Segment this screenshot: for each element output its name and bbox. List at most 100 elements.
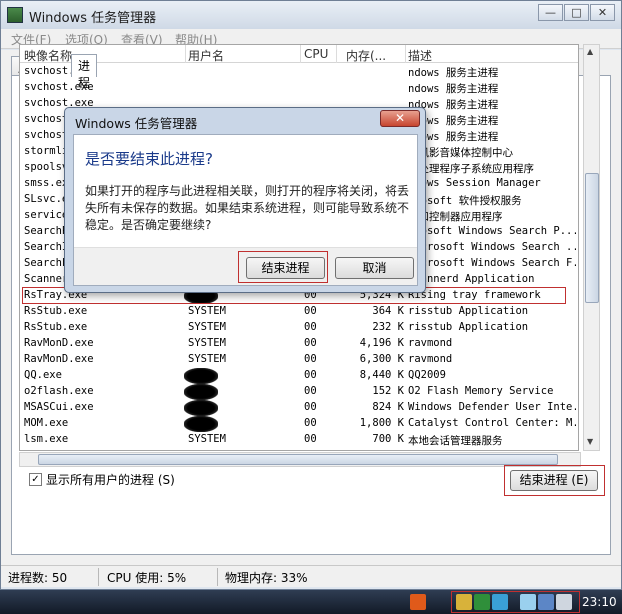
column-description[interactable]: 描述 [408,47,576,64]
table-row[interactable]: RavMonD.exe SYSTEM 00 6,300 K ravmond [20,352,578,368]
process-description: Catalyst Control Center: M... [408,417,576,429]
table-row[interactable]: RsStub.exe SYSTEM 00 364 K risstub Applicati… [20,304,578,320]
process-memory: 8,440 K [359,369,404,381]
status-memory-usage: 物理内存: 33% [225,571,308,585]
process-description: Windows Defender User Inte... [408,401,576,413]
table-row[interactable]: o2flash.exe 00 152 K O2 Flash Memory Servic… [20,384,578,400]
process-cpu: 00 [304,305,317,317]
end-process-highlight: 结束进程 (E) [504,465,605,496]
process-name: QQ.exe [24,369,62,381]
redacted-username [184,384,218,400]
column-header: 映像名称 用户名 CPU 内存(... 描述 [20,45,578,64]
redacted-username [184,368,218,384]
show-all-users-label: 显示所有用户的进程 (S) [46,473,175,487]
dialog-close-button[interactable]: ✕ [380,110,420,127]
process-user: SYSTEM [188,353,226,365]
process-description: crosoft Windows Search P... [408,225,576,237]
scroll-down-icon[interactable]: ▼ [587,437,593,446]
table-row[interactable]: svchost.exe ndows 服务主进程 [20,80,578,96]
process-description: ravmond [408,353,453,365]
process-name: RavMonD.exe [24,353,94,365]
redacted-username [184,400,218,416]
column-memory[interactable]: 内存(... [346,47,404,64]
process-description: ndows 服务主进程 [408,115,499,127]
minimize-button[interactable]: — [538,4,563,21]
process-cpu: 00 [304,433,317,445]
table-row[interactable]: MSASCui.exe 00 824 K Windows Defender User … [20,400,578,416]
process-description: 台处理程序子系统应用程序 [408,163,534,175]
process-description: risstub Application [408,321,529,333]
close-button[interactable]: ✕ [590,4,615,21]
table-row[interactable]: lsm.exe SYSTEM 00 700 K 本地会话管理器服务 [20,432,578,448]
maximize-button[interactable]: □ [564,4,589,21]
process-memory: 824 K [372,401,404,413]
table-row[interactable]: MOM.exe 00 1,800 K Catalyst Control Center:… [20,416,578,432]
process-description: ravmond [408,337,453,349]
vertical-scrollbar[interactable]: ▲ ▼ [583,44,600,451]
process-cpu: 00 [304,321,317,333]
confirm-highlight [238,251,328,283]
process-description: risstub Application [408,305,529,317]
horizontal-scroll-thumb[interactable] [38,454,558,465]
process-cpu: 00 [304,369,317,381]
process-memory: 4,196 K [359,337,404,349]
table-row[interactable]: RsStub.exe SYSTEM 00 232 K risstub Applicati… [20,320,578,336]
status-bar: 进程数: 50 CPU 使用: 5% 物理内存: 33% [1,565,621,587]
process-name: svchost.exe [24,81,94,93]
vertical-scroll-thumb[interactable] [585,173,599,303]
dialog-cancel-button[interactable]: 取消 [335,257,414,279]
show-all-users-checkbox[interactable]: ✓ [29,473,42,486]
task-manager-icon [7,7,23,23]
task-manager-window: Windows 任务管理器 — □ ✕ 文件(F) 选项(O) 查看(V) 帮助… [0,0,622,590]
sogou-icon[interactable] [410,594,426,610]
process-description: Microsoft Windows Search F... [408,257,576,269]
process-cpu: 00 [304,401,317,413]
column-user-name[interactable]: 用户名 [188,47,298,64]
process-name: MOM.exe [24,417,69,429]
process-user: SYSTEM [188,305,226,317]
redacted-username [184,416,218,432]
process-memory: 364 K [372,305,404,317]
taskbar-clock[interactable]: 23:10 [582,595,617,609]
process-description: ndows 服务主进程 [408,99,499,111]
process-description: ndows 服务主进程 [408,131,499,143]
process-description: O2 Flash Memory Service [408,385,554,397]
horizontal-scrollbar[interactable] [19,452,581,467]
column-image-name[interactable]: 映像名称 [24,47,184,64]
process-name: RavMonD.exe [24,337,94,349]
process-user: SYSTEM [188,337,226,349]
process-user: SYSTEM [188,433,226,445]
process-cpu: 00 [304,417,317,429]
scroll-up-icon[interactable]: ▲ [587,47,593,56]
table-row[interactable]: QQ.exe 00 8,440 K QQ2009 [20,368,578,384]
table-row[interactable]: RavMonD.exe SYSTEM 00 4,196 K ravmond [20,336,578,352]
end-process-button[interactable]: 结束进程 (E) [510,470,598,491]
process-name: RsStub.exe [24,305,88,317]
process-cpu: 00 [304,385,317,397]
process-name: MSASCui.exe [24,401,94,413]
tab-processes[interactable]: 进程 [71,54,98,90]
process-name: lsm.exe [24,433,69,445]
tray-highlight [451,591,580,613]
process-name: o2flash.exe [24,385,94,397]
taskbar: 23:10 [0,590,622,614]
process-description: QQ2009 [408,369,446,381]
dialog-message: 如果打开的程序与此进程相关联，则打开的程序将关闭，将丢失所有未保存的数据。如果结… [85,184,410,232]
column-cpu[interactable]: CPU [304,47,334,61]
dialog-heading: 是否要结束此进程? [85,150,213,168]
process-description: crosoft 软件授权服务 [408,195,522,207]
process-cpu: 00 [304,337,317,349]
process-user: SYSTEM [188,321,226,333]
process-description: ndows 服务主进程 [408,83,499,95]
process-description: Microsoft Windows Search ... [408,241,576,253]
process-cpu: 00 [304,353,317,365]
process-name: svchost.exe [24,65,94,77]
process-name: RsStub.exe [24,321,88,333]
title-bar[interactable]: Windows 任务管理器 — □ ✕ [1,1,621,29]
show-all-users[interactable]: ✓ 显示所有用户的进程 (S) [29,471,175,488]
table-row[interactable]: svchost.exe ndows 服务主进程 [20,64,578,80]
process-description: ndows Session Manager [408,177,541,189]
status-cpu-usage: CPU 使用: 5% [107,571,187,585]
process-memory: 6,300 K [359,353,404,365]
process-description: 本地会话管理器服务 [408,435,503,447]
